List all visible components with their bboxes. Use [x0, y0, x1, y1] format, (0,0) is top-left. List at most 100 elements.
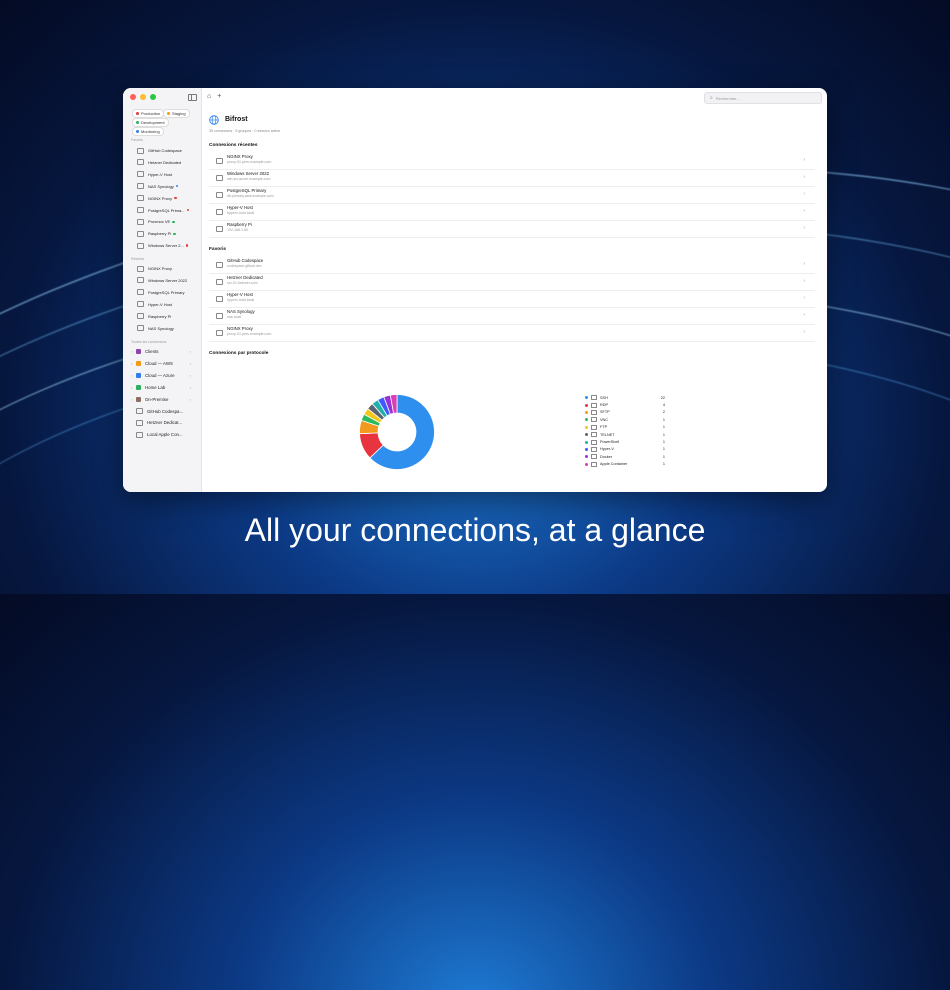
sidebar-group[interactable]: › Cloud — AWS ›: [131, 359, 195, 368]
server-icon: [137, 313, 144, 320]
sidebar-group[interactable]: › Home Lab ›: [131, 383, 195, 392]
protocol-chart-heading: Connexions par protocole: [209, 351, 269, 356]
sidebar-item[interactable]: NAS Synology: [137, 324, 195, 333]
legend-value: 1: [662, 440, 665, 445]
connection-name: GitHub Codespace: [227, 258, 264, 263]
sidebar-item[interactable]: PostgreSQL Prima...: [137, 206, 195, 215]
connection-row[interactable]: Hyper-V Host hyperv-host.local ›: [209, 290, 815, 308]
sidebar-toggle-icon[interactable]: [188, 94, 197, 101]
tag-staging[interactable]: Staging: [163, 109, 190, 118]
sidebar-item[interactable]: Windows Server 2022: [137, 276, 195, 285]
sidebar-item[interactable]: Raspberry Pi: [137, 229, 195, 238]
protocol-icon: [591, 402, 597, 408]
server-icon: [137, 265, 144, 272]
legend-color-dot: [585, 396, 588, 400]
tag-color-dot: [167, 112, 170, 115]
sidebar-item[interactable]: Proxmox VE: [137, 217, 195, 226]
connection-row[interactable]: NGINX Proxy proxy-01.pers.example.com ›: [209, 324, 815, 342]
chevron-right-icon: ›: [803, 329, 805, 335]
sidebar-group[interactable]: GitHub Codespa...: [131, 407, 195, 416]
chevron-right-icon: ›: [189, 384, 191, 390]
sidebar-item[interactable]: NGINX Proxy: [137, 264, 195, 273]
connection-host: codespace.github.dev: [227, 264, 262, 268]
connection-host: 192.168.1.50: [227, 228, 248, 232]
protocol-donut-chart: [359, 394, 435, 470]
server-icon: [137, 289, 144, 296]
sidebar-item[interactable]: GitHub Codespace: [137, 146, 195, 155]
sidebar-group[interactable]: Local Apple Con...: [131, 430, 195, 439]
connection-name: Windows Server 2022: [227, 171, 270, 176]
connection-name: NAS Synology: [227, 309, 255, 314]
tag-monitoring[interactable]: Monitoring: [132, 127, 164, 136]
server-icon: [216, 279, 223, 285]
group-label: GitHub Codespa...: [147, 408, 184, 414]
server-icon: [216, 175, 223, 181]
sidebar-item[interactable]: Raspberry Pi: [137, 312, 195, 321]
chevron-right-icon: ›: [803, 261, 805, 267]
zoom-button[interactable]: [150, 94, 156, 100]
connection-row[interactable]: NAS Synology nas.local ›: [209, 307, 815, 325]
group-label: Hetzner Dedicat...: [147, 420, 183, 426]
chevron-right-icon: ›: [189, 396, 191, 402]
chart-legend: SSH 22 RDP 4 SFTP 2 VNC 1 FTP 1 TELNET 1 PowerShell 1…: [585, 394, 675, 468]
server-icon: [137, 242, 144, 249]
connection-row[interactable]: GitHub Codespace codespace.github.dev ›: [209, 256, 815, 274]
server-icon: [216, 209, 223, 215]
minimize-button[interactable]: [140, 94, 146, 100]
sidebar-item-label: PostgreSQL Prima...: [148, 207, 185, 213]
legend-label: Apple Container: [600, 462, 628, 467]
legend-value: 4: [662, 403, 665, 408]
server-icon: [137, 195, 144, 202]
tag-color-dot: [136, 121, 139, 124]
sidebar-item[interactable]: Hetzner Dedicated: [137, 158, 195, 167]
search-field[interactable]: ⌕ Rechercher...: [704, 92, 822, 104]
legend-label: Docker: [600, 454, 613, 459]
server-icon: [137, 207, 144, 213]
chevron-right-icon: ›: [803, 312, 805, 318]
server-icon: [137, 301, 144, 308]
server-icon: [137, 183, 144, 190]
group-label: Cloud — Azure: [145, 372, 175, 378]
sidebar-group[interactable]: Hetzner Dedicat...: [131, 418, 195, 427]
connection-row[interactable]: Hyper-V Host hyperv-host.local ›: [209, 203, 815, 221]
sidebar-item[interactable]: Windows Server 2...: [137, 241, 195, 250]
server-icon: [136, 408, 143, 414]
sidebar-group[interactable]: › On-Premise ›: [131, 395, 195, 404]
sidebar-item[interactable]: Hyper-V Host: [137, 170, 195, 179]
connection-row[interactable]: Raspberry Pi 192.168.1.50 ›: [209, 220, 815, 238]
connection-row[interactable]: NGINX Proxy proxy-01.pers.example.com ›: [209, 152, 815, 170]
add-icon[interactable]: +: [217, 93, 221, 100]
legend-color-dot: [585, 447, 588, 451]
sidebar-item[interactable]: NAS Synology: [137, 182, 195, 191]
sidebar-item[interactable]: PostgreSQL Primary: [137, 288, 195, 297]
chevron-right-icon: ›: [189, 349, 191, 354]
close-button[interactable]: [130, 94, 136, 100]
legend-label: FTP: [600, 425, 608, 430]
connection-host: hyperv-host.local: [227, 298, 255, 302]
sidebar-group[interactable]: › Clients ›: [131, 347, 195, 356]
sidebar-item[interactable]: NGINX Proxy: [137, 194, 195, 203]
connection-row[interactable]: PostgreSQL Primary db-primary.aws.example…: [209, 186, 815, 204]
tag-production[interactable]: Production: [132, 109, 165, 118]
sidebar-group[interactable]: › Cloud — Azure ›: [131, 371, 195, 380]
chevron-right-icon: ›: [803, 157, 805, 163]
legend-color-dot: [585, 440, 588, 444]
server-icon: [137, 218, 144, 225]
legend-label: SSH: [600, 395, 608, 400]
sidebar-item-label: Hetzner Dedicated: [148, 159, 182, 165]
legend-value: 2: [662, 410, 665, 415]
legend-value: 22: [660, 395, 665, 400]
protocol-icon: [591, 454, 597, 460]
connection-summary: 35 connexions · 5 groupes · 0 session ac…: [209, 129, 281, 133]
connection-row[interactable]: Windows Server 2022 win-srv.azure.example…: [209, 169, 815, 187]
server-icon: [137, 159, 144, 166]
connection-row[interactable]: Hetzner Dedicated srv-01.hetzner.com ›: [209, 273, 815, 291]
tag-development[interactable]: Development: [132, 118, 169, 127]
tag-color-dot: [136, 112, 139, 115]
legend-color-dot: [585, 403, 588, 407]
sidebar-item[interactable]: Hyper-V Host: [137, 300, 195, 309]
protocol-icon: [591, 439, 597, 445]
folder-icon: [136, 384, 141, 390]
home-icon[interactable]: ⌂: [207, 93, 211, 100]
sidebar-item-label: Hyper-V Host: [148, 171, 173, 177]
